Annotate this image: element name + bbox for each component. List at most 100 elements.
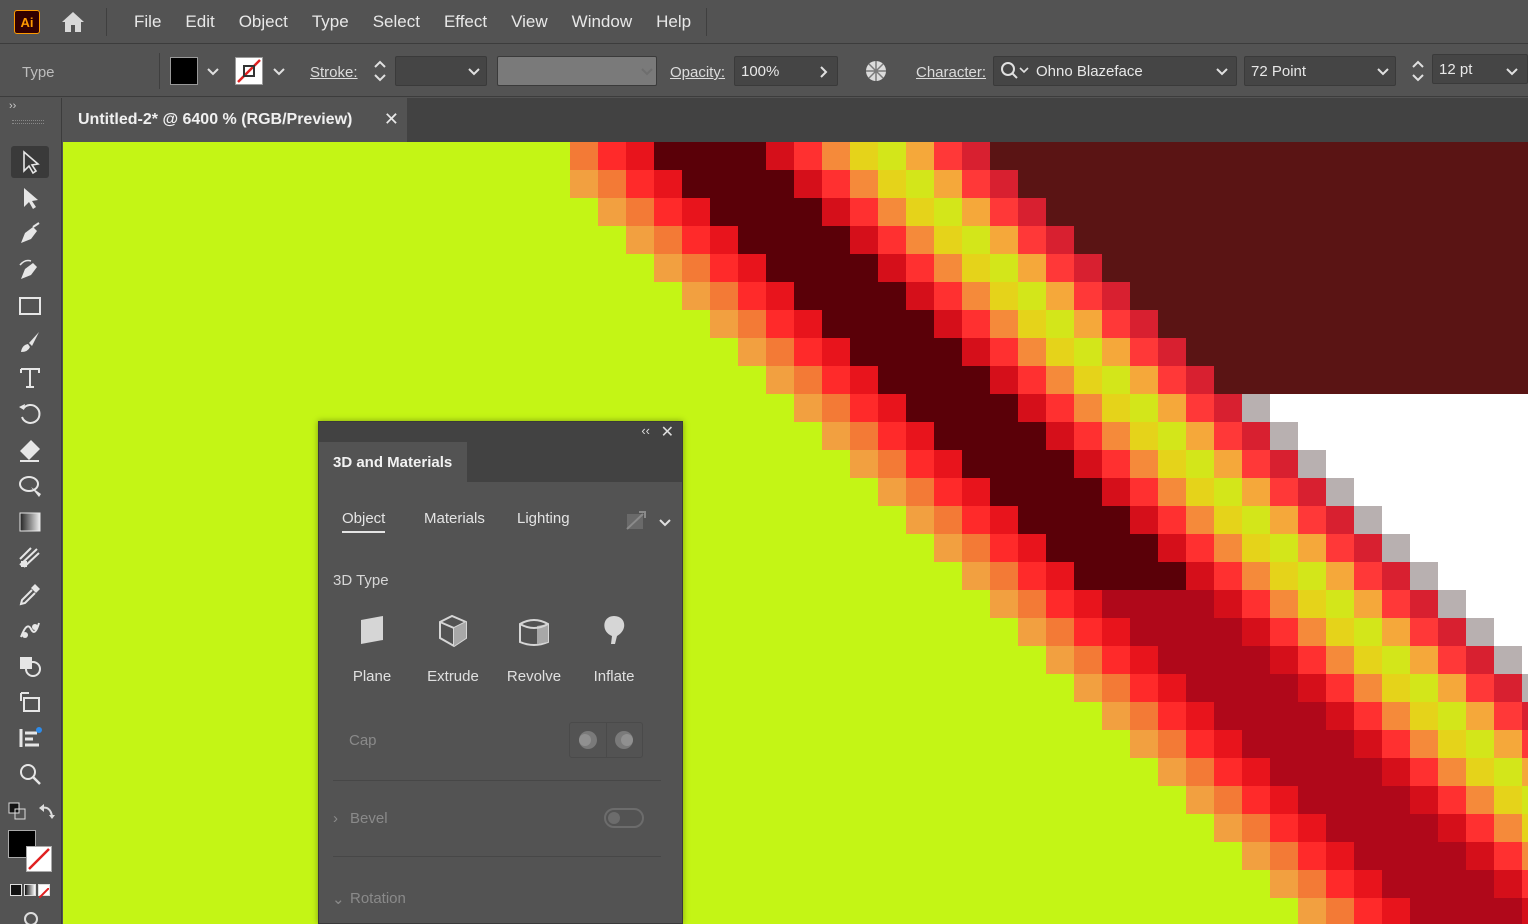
- stepper-icon[interactable]: [370, 57, 390, 85]
- font-family-field[interactable]: Ohno Blazeface: [993, 56, 1237, 86]
- selection-tool-icon[interactable]: [11, 146, 49, 178]
- pixel-cell: [1018, 142, 1046, 170]
- pixel-cell: [1466, 534, 1494, 562]
- opacity-label[interactable]: Opacity:: [670, 64, 725, 81]
- extrude-button[interactable]: Extrude: [417, 612, 489, 692]
- pixel-cell: [1298, 310, 1326, 338]
- stroke-label[interactable]: Stroke:: [310, 64, 358, 81]
- pixel-cell: [1270, 646, 1298, 674]
- variable-width-field[interactable]: [497, 56, 657, 86]
- rectangle-tool-icon[interactable]: [11, 290, 49, 322]
- stroke-swatch[interactable]: [235, 57, 263, 85]
- default-colors-icon[interactable]: [8, 802, 26, 820]
- pixel-cell: [878, 198, 906, 226]
- pen-tool-icon[interactable]: [11, 218, 49, 250]
- subtab-lighting[interactable]: Lighting: [517, 510, 570, 527]
- pixel-cell: [1158, 198, 1186, 226]
- expand-toolbar-icon[interactable]: ››: [9, 100, 16, 112]
- pixel-cell: [1242, 730, 1270, 758]
- direct-selection-tool-icon[interactable]: [11, 182, 49, 214]
- chevron-down-icon[interactable]: [270, 63, 288, 81]
- close-icon[interactable]: ✕: [661, 422, 674, 442]
- stepper-icon[interactable]: [1408, 57, 1428, 85]
- inflate-button[interactable]: Inflate: [578, 612, 650, 692]
- rotate-tool-icon[interactable]: [11, 398, 49, 430]
- artboard-tool-icon[interactable]: [11, 686, 49, 718]
- eyedropper-tool-icon[interactable]: [11, 578, 49, 610]
- rotation-label[interactable]: Rotation: [350, 890, 406, 907]
- chevron-right-icon[interactable]: [815, 63, 833, 81]
- pixel-cell: [1186, 338, 1214, 366]
- collapse-panel-icon[interactable]: ‹‹: [641, 423, 650, 438]
- menu-effect[interactable]: Effect: [432, 12, 499, 32]
- menu-help[interactable]: Help: [644, 12, 703, 32]
- gradient-mode-icon[interactable]: [24, 884, 36, 896]
- menu-type[interactable]: Type: [300, 12, 361, 32]
- chevron-down-icon[interactable]: [1213, 63, 1231, 81]
- shape-builder-tool-icon[interactable]: [11, 650, 49, 682]
- menu-select[interactable]: Select: [361, 12, 432, 32]
- chevron-down-icon[interactable]: [656, 514, 674, 532]
- rotation-chevron-icon[interactable]: ⌄: [332, 890, 345, 908]
- pixel-cell: [1494, 450, 1522, 478]
- pixel-cell: [878, 310, 906, 338]
- menu-edit[interactable]: Edit: [173, 12, 226, 32]
- pixel-cell: [1046, 170, 1074, 198]
- color-mode-icon[interactable]: [10, 884, 22, 896]
- swap-colors-icon[interactable]: [38, 802, 56, 820]
- chevron-down-icon[interactable]: [638, 63, 656, 81]
- artboard-canvas[interactable]: [63, 142, 1528, 924]
- panel-tab-3d-materials[interactable]: 3D and Materials: [319, 442, 467, 482]
- zoom-tool-icon[interactable]: [11, 758, 49, 790]
- plane-button[interactable]: Plane: [336, 612, 408, 692]
- pixel-cell: [1466, 478, 1494, 506]
- mesh-tool-icon[interactable]: [11, 542, 49, 574]
- fill-swatch[interactable]: [170, 57, 198, 85]
- panel-header[interactable]: ‹‹ ✕: [319, 422, 682, 442]
- bevel-chevron-icon[interactable]: ›: [333, 810, 338, 827]
- pixel-cell: [934, 198, 962, 226]
- menu-file[interactable]: File: [122, 12, 173, 32]
- close-icon[interactable]: ✕: [384, 109, 399, 130]
- width-tool-icon[interactable]: [11, 470, 49, 502]
- font-size-value: 72 Point: [1251, 62, 1307, 80]
- drawing-mode-icon[interactable]: [22, 910, 40, 924]
- menu-window[interactable]: Window: [560, 12, 644, 32]
- eraser-tool-icon[interactable]: [11, 434, 49, 466]
- chevron-down-icon[interactable]: [1374, 63, 1392, 81]
- bevel-label[interactable]: Bevel: [350, 810, 388, 827]
- cap-off-icon[interactable]: [605, 723, 643, 757]
- recolor-icon[interactable]: [864, 59, 888, 83]
- character-label[interactable]: Character:: [916, 64, 986, 81]
- stroke-color-swatch[interactable]: [26, 846, 52, 872]
- chevron-down-icon[interactable]: [204, 63, 222, 81]
- pixel-cell: [1074, 618, 1102, 646]
- curvature-tool-icon[interactable]: [11, 254, 49, 286]
- subtab-materials[interactable]: Materials: [424, 510, 485, 527]
- subtab-object[interactable]: Object: [342, 510, 386, 533]
- pixel-cell: [626, 226, 654, 254]
- bevel-toggle[interactable]: [604, 808, 644, 828]
- chevron-down-icon[interactable]: [465, 63, 483, 81]
- pixel-cell: [1522, 870, 1528, 898]
- pixel-cell: [654, 226, 682, 254]
- render-settings-icon[interactable]: [625, 510, 647, 532]
- menu-view[interactable]: View: [499, 12, 560, 32]
- chart-tool-icon[interactable]: [11, 722, 49, 754]
- home-icon[interactable]: [60, 10, 86, 34]
- chevron-down-icon[interactable]: [1503, 63, 1521, 81]
- cap-on-icon[interactable]: [570, 723, 606, 757]
- pixel-cell: [1382, 562, 1410, 590]
- pixel-cell: [1466, 898, 1494, 924]
- type-tool-icon[interactable]: [11, 362, 49, 394]
- revolve-button[interactable]: Revolve: [498, 612, 570, 692]
- puppet-warp-tool-icon[interactable]: [11, 614, 49, 646]
- menu-object[interactable]: Object: [227, 12, 300, 32]
- paintbrush-tool-icon[interactable]: [11, 326, 49, 358]
- document-tab[interactable]: Untitled-2* @ 6400 % (RGB/Preview) ✕: [63, 98, 407, 142]
- none-mode-icon[interactable]: [38, 884, 50, 899]
- pixel-cell: [1438, 898, 1466, 924]
- toolbar-grip[interactable]: [12, 120, 44, 124]
- pixel-cell: [1214, 814, 1242, 842]
- gradient-tool-icon[interactable]: [11, 506, 49, 538]
